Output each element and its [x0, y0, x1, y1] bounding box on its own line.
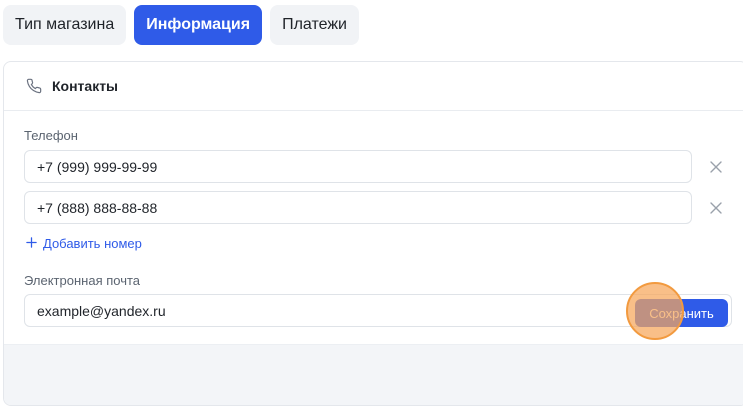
clear-phone-1-icon[interactable]	[709, 160, 723, 174]
phone-icon	[26, 78, 42, 94]
section-title: Контакты	[52, 78, 119, 94]
contacts-card: Контакты Телефон +7 (999) 999-99-99 +7 (…	[3, 61, 743, 406]
clear-phone-2-icon[interactable]	[709, 201, 723, 215]
save-button[interactable]: Сохранить	[635, 299, 728, 327]
email-label: Электронная почта	[24, 273, 141, 288]
card-footer	[4, 344, 743, 405]
phone-input-1[interactable]: +7 (999) 999-99-99	[24, 150, 692, 183]
tab-payments[interactable]: Платежи	[270, 5, 359, 45]
card-header: Контакты	[4, 62, 743, 111]
tab-shop-type[interactable]: Тип магазина	[3, 5, 127, 45]
phone-label: Телефон	[24, 128, 78, 143]
plus-icon	[26, 236, 37, 251]
phone-input-2[interactable]: +7 (888) 888-88-88	[24, 191, 692, 224]
add-phone-button[interactable]: Добавить номер	[26, 236, 142, 251]
add-phone-label: Добавить номер	[43, 236, 142, 251]
tab-information[interactable]: Информация	[134, 5, 263, 45]
tab-bar: Тип магазина Информация Платежи	[3, 5, 359, 45]
email-input[interactable]: example@yandex.ru	[24, 294, 732, 327]
